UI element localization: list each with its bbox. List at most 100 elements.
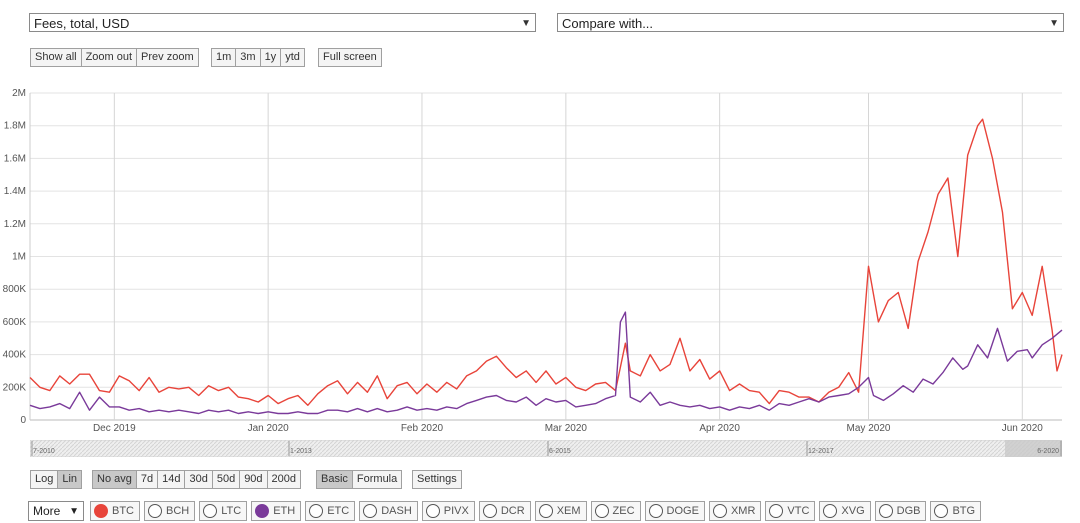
navigator-track <box>30 440 1062 457</box>
empty-circle-icon <box>594 504 609 518</box>
empty-circle-icon <box>769 504 784 518</box>
coin-label: DCR <box>500 505 525 517</box>
log-scale-button[interactable]: Log <box>30 470 59 489</box>
coin-toggle-eth[interactable]: ETH <box>251 501 302 521</box>
coin-toggle-etc[interactable]: ETC <box>305 501 356 521</box>
full-screen-button[interactable]: Full screen <box>318 48 382 67</box>
navigator-tick-label: 7-2010 <box>33 448 55 455</box>
coin-toggle-ltc[interactable]: LTC <box>199 501 248 521</box>
chevron-down-icon: ▼ <box>521 18 531 29</box>
basic-mode-button[interactable]: Basic <box>316 470 353 489</box>
coin-toggle-xem[interactable]: XEM <box>534 501 587 521</box>
coin-label: XEM <box>556 505 581 517</box>
coin-label: BCH <box>166 505 190 517</box>
coin-toggle-vtc[interactable]: VTC <box>765 501 816 521</box>
y-tick-label: 1.2M <box>4 219 26 230</box>
avg-90d-button[interactable]: 90d <box>239 470 268 489</box>
y-tick-label: 1M <box>12 252 26 263</box>
fees-line-chart[interactable]: 0 200K 400K 600K 800K 1M 1.2M 1.4M 1.6M 1.8M 2M Dec… <box>0 84 1080 436</box>
show-all-button[interactable]: Show all <box>30 48 82 67</box>
coin-label: XMR <box>730 505 756 517</box>
coin-label: XVG <box>841 505 865 517</box>
coin-label: DASH <box>381 505 412 517</box>
coin-toggle-dcr[interactable]: DCR <box>478 501 531 521</box>
avg-50d-button[interactable]: 50d <box>211 470 241 489</box>
coin-toggle-dgb[interactable]: DGB <box>874 501 927 521</box>
y-tick-label: 1.8M <box>4 121 26 132</box>
chevron-down-icon: ▼ <box>69 506 79 517</box>
coin-label: DGB <box>896 505 921 517</box>
time-navigator[interactable]: 7-2010 1-2013 6-2015 12-2017 6-2020 <box>30 440 1062 457</box>
coin-label: ZEC <box>612 505 635 517</box>
navigator-tick-label: 6-2020 <box>1037 448 1059 455</box>
empty-circle-icon <box>203 504 218 518</box>
avg-7d-button[interactable]: 7d <box>135 470 159 489</box>
zoom-button-group: Show all Zoom out Prev zoom <box>30 48 199 67</box>
empty-circle-icon <box>363 504 378 518</box>
coin-toggle-zec[interactable]: ZEC <box>590 501 641 521</box>
filled-circle-icon <box>255 504 270 518</box>
range-1m-button[interactable]: 1m <box>211 48 237 67</box>
average-button-group: No avg 7d 14d 30d 50d 90d 200d <box>92 470 302 489</box>
prev-zoom-button[interactable]: Prev zoom <box>136 48 199 67</box>
coin-toggle-pivx[interactable]: PIVX <box>421 501 475 521</box>
x-tick-label: Apr 2020 <box>699 423 740 434</box>
coin-toggle-dash[interactable]: DASH <box>359 501 418 521</box>
chevron-down-icon: ▼ <box>1049 18 1059 29</box>
fullscreen-group: Full screen <box>318 48 382 67</box>
y-tick-label: 200K <box>3 382 27 393</box>
navigator-tick-label: 12-2017 <box>808 448 834 455</box>
coin-toggle-xmr[interactable]: XMR <box>708 501 762 521</box>
coin-label: BTC <box>112 505 134 517</box>
coin-toggle-btg[interactable]: BTG <box>930 501 982 521</box>
formula-mode-button[interactable]: Formula <box>351 470 403 489</box>
more-select-value: More <box>33 504 61 518</box>
avg-200d-button[interactable]: 200d <box>266 470 302 489</box>
range-3m-button[interactable]: 3m <box>235 48 261 67</box>
metric-select[interactable]: Fees, total, USD ▼ <box>29 13 536 32</box>
coin-toggle-btc[interactable]: BTC <box>90 501 140 521</box>
coin-label: ETC <box>327 505 350 517</box>
empty-circle-icon <box>878 504 893 518</box>
x-tick-label: Jan 2020 <box>248 423 290 434</box>
y-tick-label: 400K <box>3 350 27 361</box>
x-tick-label: Mar 2020 <box>545 423 588 434</box>
metric-select-value: Fees, total, USD <box>34 16 130 31</box>
settings-group: Settings <box>412 470 462 489</box>
avg-14d-button[interactable]: 14d <box>157 470 186 489</box>
coin-toggle-doge[interactable]: DOGE <box>644 501 705 521</box>
range-ytd-button[interactable]: ytd <box>280 48 305 67</box>
x-tick-label: Dec 2019 <box>93 423 136 434</box>
range-1y-button[interactable]: 1y <box>259 48 282 67</box>
y-tick-label: 2M <box>12 88 26 99</box>
empty-circle-icon <box>425 504 440 518</box>
empty-circle-icon <box>309 504 324 518</box>
x-tick-label: May 2020 <box>847 423 891 434</box>
filled-circle-icon <box>94 504 108 518</box>
range-button-group: 1m 3m 1y ytd <box>211 48 305 67</box>
empty-circle-icon <box>648 504 663 518</box>
x-tick-label: Feb 2020 <box>401 423 444 434</box>
settings-button[interactable]: Settings <box>412 470 462 489</box>
coin-toggle-bch[interactable]: BCH <box>144 501 196 521</box>
coin-label: LTC <box>221 505 242 517</box>
navigator-tick-label: 1-2013 <box>290 448 312 455</box>
more-select[interactable]: More ▼ <box>28 501 84 521</box>
y-tick-label: 1.6M <box>4 153 26 164</box>
coin-selector-row: More ▼ BTC BCH LTC ETH ETC DASH PIVX DCR XEM ZEC D… <box>28 501 985 521</box>
compare-select[interactable]: Compare with... ▼ <box>557 13 1064 32</box>
series-line-btc <box>29 118 1063 406</box>
coin-toggle-list: BTC BCH LTC ETH ETC DASH PIVX DCR XEM ZEC DOGE XMR V… <box>90 501 985 521</box>
coin-toggle-xvg[interactable]: XVG <box>819 501 871 521</box>
zoom-out-button[interactable]: Zoom out <box>80 48 138 67</box>
no-avg-button[interactable]: No avg <box>92 470 137 489</box>
lin-scale-button[interactable]: Lin <box>57 470 83 489</box>
y-tick-label: 1.4M <box>4 186 26 197</box>
empty-circle-icon <box>934 504 949 518</box>
coin-label: PIVX <box>443 505 469 517</box>
coin-label: ETH <box>273 505 296 517</box>
y-tick-label: 600K <box>3 317 27 328</box>
y-tick-label: 800K <box>3 284 27 295</box>
avg-30d-button[interactable]: 30d <box>184 470 213 489</box>
y-tick-label: 0 <box>20 415 26 426</box>
